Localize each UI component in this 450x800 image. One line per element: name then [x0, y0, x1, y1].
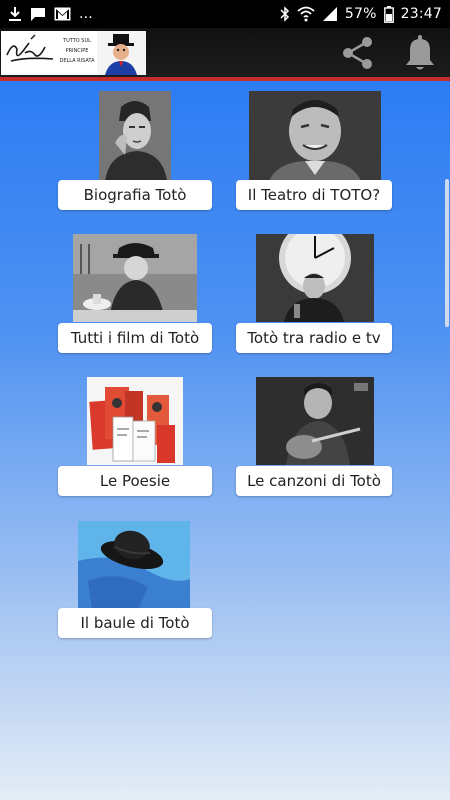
app-logo: TUTTO SUL PRINCIPE DELLA RISATA [1, 31, 146, 75]
tile-image-biografia [99, 91, 171, 181]
app-actions [338, 33, 440, 73]
app-bar: TUTTO SUL PRINCIPE DELLA RISATA [0, 28, 450, 78]
content-area[interactable]: Biografia Totò Il Teatro di TOTO? Tutti … [0, 81, 450, 800]
status-right: 57% 23:47 [280, 5, 442, 23]
logo-line-1: TUTTO SUL [63, 38, 91, 44]
share-icon [343, 37, 372, 69]
tile-label-teatro[interactable]: Il Teatro di TOTO? [236, 180, 392, 210]
share-button[interactable] [338, 33, 378, 73]
tile-image-canzoni [256, 377, 374, 465]
bell-icon [406, 35, 434, 70]
signal-icon [322, 6, 338, 22]
tile-image-film [73, 234, 197, 322]
tile-image-poesie [87, 377, 183, 465]
tile-label-film[interactable]: Tutti i film di Totò [58, 323, 212, 353]
logo-text: TUTTO SUL PRINCIPE DELLA RISATA [57, 31, 97, 75]
overflow-indicator: ... [79, 6, 93, 22]
clock: 23:47 [400, 6, 442, 22]
battery-percent: 57% [344, 6, 377, 22]
tile-image-radio-tv [256, 234, 374, 322]
tile-label-canzoni[interactable]: Le canzoni di Totò [236, 466, 392, 496]
scrollbar[interactable] [445, 179, 449, 327]
tile-image-baule [78, 521, 190, 609]
notifications-button[interactable] [400, 33, 440, 73]
tile-label-biografia[interactable]: Biografia Totò [58, 180, 212, 210]
gmail-icon [54, 7, 71, 21]
status-left: ... [8, 6, 93, 22]
logo-line-3: DELLA RISATA [59, 58, 95, 64]
tile-image-teatro [249, 91, 381, 181]
toto-hat-portrait-icon [97, 31, 146, 75]
wifi-icon [297, 6, 315, 22]
tile-label-radio-tv[interactable]: Totò tra radio e tv [236, 323, 392, 353]
battery-icon [383, 5, 394, 23]
chat-icon [30, 6, 46, 22]
status-bar: ... 57% 23:47 [0, 0, 450, 28]
tile-label-poesie[interactable]: Le Poesie [58, 466, 212, 496]
download-icon [8, 6, 22, 22]
signature-icon [1, 31, 57, 75]
bluetooth-icon [280, 6, 290, 22]
tile-label-baule[interactable]: Il baule di Totò [58, 608, 212, 638]
logo-line-2: PRINCIPE [65, 48, 89, 54]
